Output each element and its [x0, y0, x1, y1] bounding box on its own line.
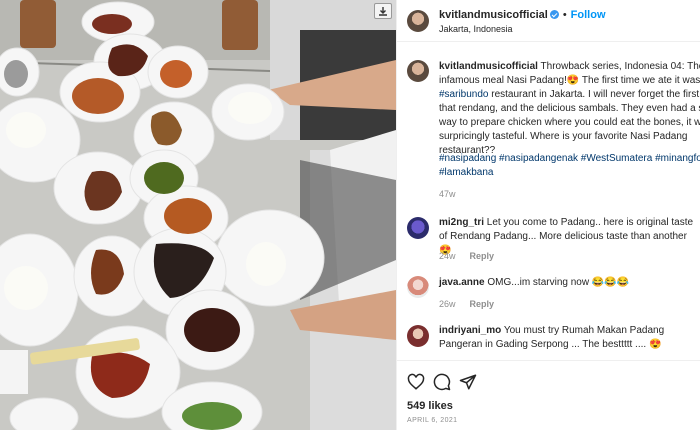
post-actions: 549 likes APRIL 6, 2021: [397, 360, 700, 430]
account-name[interactable]: kvitlandmusicofficial: [439, 9, 548, 21]
download-icon: [379, 7, 387, 16]
post-photo[interactable]: [0, 0, 396, 430]
comment-age: 24w: [439, 251, 456, 261]
comment-item: indriyani_mo You must try Rumah Makan Pa…: [439, 324, 695, 352]
comment-avatar[interactable]: [407, 276, 429, 298]
reply-button[interactable]: Reply: [470, 299, 495, 309]
reply-button[interactable]: Reply: [470, 251, 495, 261]
paper-plane-icon[interactable]: [459, 373, 477, 391]
caption-text: kvitlandmusicofficial Throwback series, …: [439, 60, 700, 158]
comment-meta: 24w Reply: [439, 251, 494, 261]
comment-username[interactable]: indriyani_mo: [439, 325, 501, 336]
caption-avatar[interactable]: [407, 60, 429, 82]
caption-age: 47w: [439, 189, 456, 199]
comment-avatar[interactable]: [407, 325, 429, 347]
comment-avatar[interactable]: [407, 217, 429, 239]
follow-button[interactable]: Follow: [571, 9, 606, 21]
separator-dot: •: [562, 9, 567, 21]
comment-bubble-icon[interactable]: [433, 373, 451, 391]
caption-hashtags[interactable]: #nasipadang #nasipadangenak #WestSumater…: [439, 152, 700, 180]
post-date: APRIL 6, 2021: [407, 417, 458, 424]
comment-username[interactable]: java.anne: [439, 277, 485, 288]
comment-text: OMG...im starving now 😂😂😂: [487, 277, 630, 288]
verified-badge-icon: [549, 10, 559, 19]
comment-meta: 26w Reply: [439, 299, 494, 309]
caption-username[interactable]: kvitlandmusicofficial: [439, 61, 538, 72]
location-link[interactable]: Jakarta, Indonesia: [439, 24, 513, 34]
caption-age-text: 47w: [439, 189, 456, 199]
post-header: kvitlandmusicofficial • Follow Jakarta, In…: [397, 0, 700, 42]
comment-username[interactable]: mi2ng_tri: [439, 217, 484, 228]
comment-age: 26w: [439, 299, 456, 309]
comments-list[interactable]: kvitlandmusicofficial Throwback series, …: [397, 42, 700, 360]
account-avatar[interactable]: [407, 10, 429, 32]
likes-count[interactable]: 549 likes: [407, 400, 453, 412]
download-button[interactable]: [374, 3, 392, 19]
heart-icon[interactable]: [407, 373, 425, 391]
account-line: kvitlandmusicofficial • Follow: [439, 9, 606, 21]
post-side-panel: kvitlandmusicofficial • Follow Jakarta, In…: [396, 0, 700, 430]
comment-item: java.anne OMG...im starving now 😂😂😂: [439, 276, 695, 290]
caption-mention-link[interactable]: #saribundo: [439, 89, 488, 100]
food-photo-illustration: [0, 0, 396, 430]
